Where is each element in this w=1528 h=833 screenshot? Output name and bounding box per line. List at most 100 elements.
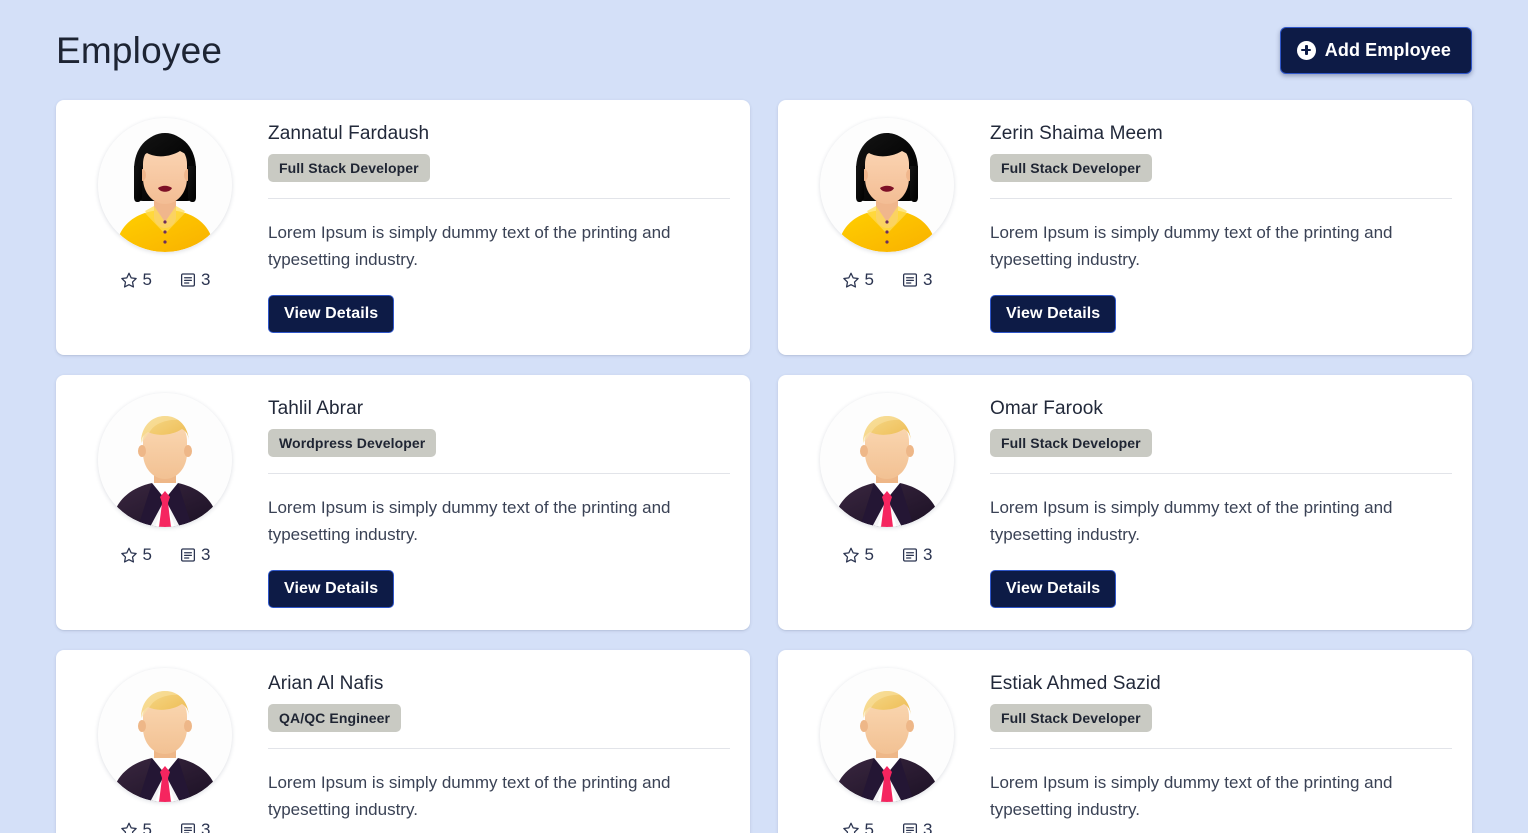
rating-meta: 5 xyxy=(842,820,874,833)
role-badge: Full Stack Developer xyxy=(990,428,1152,457)
employee-meta: 53 xyxy=(120,270,210,289)
rating-value: 5 xyxy=(142,820,152,833)
employee-name: Omar Farook xyxy=(990,398,1104,420)
employee-description: Lorem Ipsum is simply dummy text of the … xyxy=(268,222,671,269)
employee-card-right: Estiak Ahmed Sazid Full Stack Developer Lo… xyxy=(990,668,1452,833)
card-divider xyxy=(268,197,730,199)
employee-card: 5 3 Tahlil Abrar Wordpress Developer Lorem I… xyxy=(56,375,750,631)
document-lines-icon xyxy=(178,545,197,564)
employee-card: 5 3 Zerin Shaima Meem Full Stack Developer L… xyxy=(778,100,1472,356)
star-outline-icon xyxy=(120,820,139,833)
documents-meta: 3 xyxy=(900,270,932,289)
employee-name: Arian Al Nafis xyxy=(268,673,384,695)
documents-value: 3 xyxy=(923,820,933,833)
employee-card-left: 53 xyxy=(70,668,260,833)
document-lines-icon xyxy=(900,270,919,289)
add-employee-label: Add Employee xyxy=(1324,39,1451,60)
employee-card: 5 3 Zannatul Fardaush Full Stack Developer L… xyxy=(56,100,750,356)
employee-description: Lorem Ipsum is simply dummy text of the … xyxy=(990,773,1393,820)
rating-value: 5 xyxy=(864,820,874,833)
employee-card: 5 3 Arian Al Nafis QA/QC Engineer Lorem Ipsu… xyxy=(56,650,750,833)
rating-meta: 5 xyxy=(842,545,874,564)
employee-name: Zannatul Fardaush xyxy=(268,123,430,144)
avatar xyxy=(820,393,954,528)
employee-meta: 53 xyxy=(842,545,932,564)
role-badge: Full Stack Developer xyxy=(268,153,430,182)
documents-meta: 3 xyxy=(900,545,932,564)
employee-meta: 53 xyxy=(842,270,932,289)
employee-description: Lorem Ipsum is simply dummy text of the … xyxy=(268,773,671,820)
document-lines-icon xyxy=(178,270,197,289)
role-badge: Wordpress Developer xyxy=(268,428,437,457)
employee-card-right: Arian Al Nafis QA/QC Engineer Lorem Ipsum … xyxy=(268,668,730,833)
view-details-button[interactable]: View Details xyxy=(990,295,1117,334)
documents-meta: 3 xyxy=(178,270,210,289)
avatar xyxy=(98,118,232,252)
card-divider xyxy=(268,472,730,474)
card-divider xyxy=(268,748,730,749)
employee-card-left: 53 xyxy=(792,118,982,333)
documents-value: 3 xyxy=(201,545,211,565)
documents-value: 3 xyxy=(201,270,211,289)
employee-card-left: 53 xyxy=(70,118,260,333)
rating-meta: 5 xyxy=(842,270,874,289)
document-lines-icon xyxy=(178,820,197,833)
rating-meta: 5 xyxy=(120,270,152,289)
employee-name: Tahlil Abrar xyxy=(268,398,364,420)
employee-meta: 53 xyxy=(120,820,210,833)
documents-value: 3 xyxy=(923,545,933,565)
avatar xyxy=(98,393,232,528)
rating-meta: 5 xyxy=(120,820,152,833)
documents-meta: 3 xyxy=(178,820,210,833)
employee-card-right: Omar Farook Full Stack Developer Lorem Ips… xyxy=(990,393,1452,609)
role-badge: QA/QC Engineer xyxy=(268,704,402,732)
documents-value: 3 xyxy=(201,820,211,833)
avatar xyxy=(820,118,954,252)
document-lines-icon xyxy=(900,545,919,564)
view-details-button[interactable]: View Details xyxy=(990,570,1117,609)
star-outline-icon xyxy=(120,545,139,564)
role-badge: Full Stack Developer xyxy=(990,704,1152,732)
documents-value: 3 xyxy=(923,270,933,289)
page-header: Employee Add Employee xyxy=(56,0,1472,100)
page-title: Employee xyxy=(56,29,223,71)
employee-card-right: Tahlil Abrar Wordpress Developer Lorem Ips… xyxy=(268,393,730,609)
card-divider xyxy=(990,197,1452,199)
employee-description: Lorem Ipsum is simply dummy text of the … xyxy=(990,222,1393,269)
employee-card: 5 3 Omar Farook Full Stack Developer Lorem I… xyxy=(778,375,1472,631)
avatar xyxy=(98,668,232,803)
employee-description: Lorem Ipsum is simply dummy text of the … xyxy=(268,497,671,545)
rating-value: 5 xyxy=(142,270,152,289)
employee-card-left: 53 xyxy=(70,393,260,608)
employee-meta: 53 xyxy=(120,545,210,564)
employee-card-left: 53 xyxy=(792,668,982,833)
rating-value: 5 xyxy=(864,270,874,289)
view-details-button[interactable]: View Details xyxy=(268,295,395,334)
document-lines-icon xyxy=(900,820,919,833)
avatar xyxy=(820,668,954,803)
role-badge: Full Stack Developer xyxy=(990,153,1152,182)
employee-page: Employee Add Employee 5 3 Zannatul Farda… xyxy=(0,0,1528,833)
employee-card-left: 53 xyxy=(792,393,982,608)
plus-circle-icon xyxy=(1296,40,1316,60)
employee-card-right: Zannatul Fardaush Full Stack Developer Lor… xyxy=(268,118,730,334)
card-divider xyxy=(990,472,1452,474)
star-outline-icon xyxy=(842,270,861,289)
employee-name: Estiak Ahmed Sazid xyxy=(990,673,1161,695)
employee-name: Zerin Shaima Meem xyxy=(990,123,1163,144)
rating-value: 5 xyxy=(864,545,874,565)
star-outline-icon xyxy=(842,820,861,833)
star-outline-icon xyxy=(842,545,861,564)
add-employee-button[interactable]: Add Employee xyxy=(1279,26,1472,74)
employee-card: 5 3 Estiak Ahmed Sazid Full Stack Developer… xyxy=(778,650,1472,833)
view-details-button[interactable]: View Details xyxy=(268,570,395,609)
card-divider xyxy=(990,748,1452,749)
employee-grid: 5 3 Zannatul Fardaush Full Stack Developer L… xyxy=(56,100,1472,833)
employee-card-right: Zerin Shaima Meem Full Stack Developer Lor… xyxy=(990,118,1452,334)
documents-meta: 3 xyxy=(178,545,210,564)
documents-meta: 3 xyxy=(900,820,932,833)
employee-description: Lorem Ipsum is simply dummy text of the … xyxy=(990,497,1393,545)
employee-meta: 53 xyxy=(842,820,932,833)
rating-meta: 5 xyxy=(120,545,152,564)
rating-value: 5 xyxy=(142,545,152,565)
